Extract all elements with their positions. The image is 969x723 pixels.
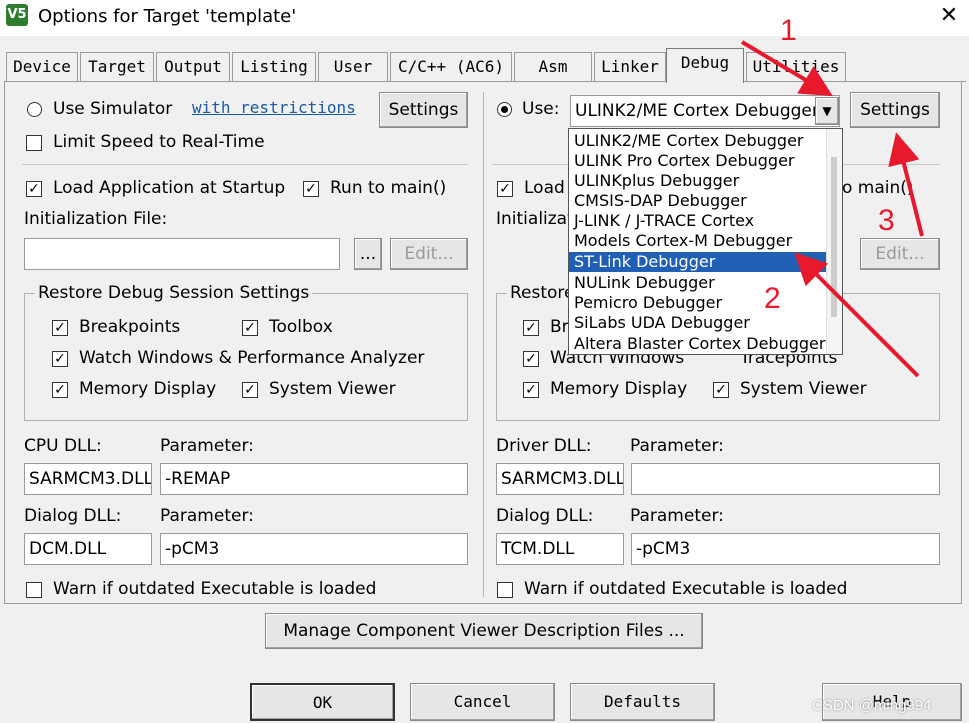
- tab-output[interactable]: Output: [156, 52, 230, 81]
- limit-speed-checkbox[interactable]: [26, 135, 42, 151]
- right-breakpoints-checkbox[interactable]: ✓: [523, 320, 539, 336]
- memory-display-checkbox[interactable]: ✓: [52, 382, 68, 398]
- tab-utilities[interactable]: Utilities: [746, 52, 846, 81]
- csdn-watermark: CSDN @ming994: [812, 697, 932, 714]
- cancel-button[interactable]: Cancel: [410, 683, 555, 721]
- right-memory-label: Memory Display: [550, 379, 688, 399]
- right-watch-checkbox[interactable]: ✓: [523, 351, 539, 367]
- debugger-select[interactable]: ULINK2/ME Cortex Debugger: [570, 95, 840, 127]
- dropdown-item-jlink[interactable]: J-LINK / J-TRACE Cortex: [569, 211, 832, 231]
- run-to-main-checkbox[interactable]: ✓: [303, 181, 319, 197]
- cpu-dll-label: CPU DLL:: [24, 436, 102, 456]
- right-dialog-dll-input[interactable]: TCM.DLL: [496, 533, 624, 565]
- tab-target[interactable]: Target: [80, 52, 154, 81]
- annotation-number-2: 2: [764, 282, 781, 315]
- right-system-viewer-label: System Viewer: [740, 379, 867, 399]
- driver-param-label: Parameter:: [630, 436, 724, 456]
- driver-dll-input[interactable]: SARMCM3.DLL: [496, 463, 624, 495]
- driver-dll-label: Driver DLL:: [496, 436, 592, 456]
- dialog-dll-label: Dialog DLL:: [24, 506, 122, 526]
- right-dialog-param-input[interactable]: -pCM3: [631, 533, 940, 565]
- tab-user[interactable]: User: [318, 52, 388, 81]
- use-simulator-radio[interactable]: [27, 102, 42, 117]
- chevron-down-icon[interactable]: ▼: [815, 97, 839, 125]
- dropdown-item-silabs[interactable]: SiLabs UDA Debugger: [569, 313, 832, 333]
- dropdown-item-altera[interactable]: Altera Blaster Cortex Debugger: [569, 334, 832, 354]
- right-load-app-checkbox[interactable]: ✓: [497, 181, 513, 197]
- load-app-label: Load Application at Startup: [53, 178, 286, 198]
- driver-param-input[interactable]: [631, 463, 940, 495]
- system-viewer-label: System Viewer: [269, 379, 396, 399]
- keil-app-icon: V5: [6, 4, 28, 26]
- annotation-number-3: 3: [878, 204, 895, 237]
- run-to-main-label: Run to main(): [330, 178, 447, 198]
- right-warn-label: Warn if outdated Executable is loaded: [524, 579, 848, 599]
- system-viewer-checkbox[interactable]: ✓: [242, 382, 258, 398]
- dropdown-item-ulink-pro[interactable]: ULINK Pro Cortex Debugger: [569, 151, 832, 171]
- tab-cpp[interactable]: C/C++ (AC6): [390, 52, 512, 81]
- right-restore-title: Restore: [507, 283, 578, 303]
- breakpoints-checkbox[interactable]: ✓: [52, 320, 68, 336]
- right-init-edit-button[interactable]: Edit...: [860, 238, 940, 270]
- dropdown-item-ulinkplus[interactable]: ULINKplus Debugger: [569, 171, 832, 191]
- cpu-param-input[interactable]: -REMAP: [160, 463, 468, 495]
- right-system-viewer-checkbox[interactable]: ✓: [713, 382, 729, 398]
- dropdown-item-pemicro[interactable]: Pemicro Debugger: [569, 293, 832, 313]
- simulator-settings-button[interactable]: Settings: [379, 92, 468, 128]
- right-dialog-dll-label: Dialog DLL:: [496, 506, 594, 526]
- toolbox-label: Toolbox: [269, 317, 333, 337]
- browse-button[interactable]: ...: [354, 238, 382, 270]
- tab-listing[interactable]: Listing: [232, 52, 316, 81]
- dropdown-scroll-thumb[interactable]: [831, 157, 837, 317]
- defaults-button[interactable]: Defaults: [570, 683, 715, 721]
- tab-linker[interactable]: Linker: [594, 52, 666, 81]
- watch-windows-checkbox[interactable]: ✓: [52, 351, 68, 367]
- with-restrictions-link[interactable]: with restrictions: [192, 98, 356, 117]
- warn-outdated-checkbox[interactable]: [26, 582, 42, 598]
- use-simulator-label: Use Simulator: [53, 99, 173, 119]
- restore-session-title: Restore Debug Session Settings: [35, 283, 313, 303]
- cpu-dll-input[interactable]: SARMCM3.DLL: [24, 463, 152, 495]
- left-separator: [22, 164, 468, 165]
- window-title: Options for Target 'template': [38, 6, 297, 27]
- dropdown-item-cmsis-dap[interactable]: CMSIS-DAP Debugger: [569, 191, 832, 211]
- tab-asm[interactable]: Asm: [514, 52, 592, 81]
- tab-debug[interactable]: Debug: [666, 48, 744, 83]
- load-app-checkbox[interactable]: ✓: [26, 181, 42, 197]
- dropdown-scrollbar[interactable]: [826, 129, 842, 354]
- warn-outdated-label: Warn if outdated Executable is loaded: [53, 579, 377, 599]
- memory-display-label: Memory Display: [79, 379, 217, 399]
- right-memory-checkbox[interactable]: ✓: [523, 382, 539, 398]
- dialog-param-input[interactable]: -pCM3: [160, 533, 468, 565]
- dropdown-item-models[interactable]: Models Cortex-M Debugger: [569, 231, 832, 251]
- right-dialog-param-label: Parameter:: [630, 506, 724, 526]
- use-label: Use:: [522, 99, 560, 119]
- watch-windows-label: Watch Windows & Performance Analyzer: [79, 348, 425, 368]
- manage-component-viewer-button[interactable]: Manage Component Viewer Description File…: [265, 613, 703, 649]
- right-run-to-main-label: o main(): [842, 178, 914, 198]
- debugger-settings-button[interactable]: Settings: [850, 92, 940, 128]
- ok-button[interactable]: OK: [250, 683, 395, 721]
- tab-device[interactable]: Device: [6, 52, 78, 81]
- dialog-param-label: Parameter:: [160, 506, 254, 526]
- dropdown-item-nulink[interactable]: NULink Debugger: [569, 273, 832, 293]
- init-file-input[interactable]: [24, 238, 340, 270]
- close-icon[interactable]: ✕: [936, 3, 962, 29]
- dialog-dll-input[interactable]: DCM.DLL: [24, 533, 152, 565]
- cpu-param-label: Parameter:: [160, 436, 254, 456]
- panel-divider: [483, 92, 484, 597]
- dropdown-item-stlink[interactable]: ST-Link Debugger: [569, 252, 832, 272]
- limit-speed-label: Limit Speed to Real-Time: [53, 132, 265, 152]
- init-edit-button[interactable]: Edit...: [390, 238, 468, 270]
- use-debugger-radio[interactable]: [497, 102, 512, 117]
- init-file-label: Initialization File:: [24, 209, 168, 229]
- annotation-number-1: 1: [780, 14, 797, 47]
- dropdown-item-ulink2[interactable]: ULINK2/ME Cortex Debugger: [569, 131, 832, 151]
- toolbox-checkbox[interactable]: ✓: [242, 320, 258, 336]
- breakpoints-label: Breakpoints: [79, 317, 181, 337]
- debugger-dropdown-list[interactable]: ULINK2/ME Cortex Debugger ULINK Pro Cort…: [568, 128, 843, 355]
- right-warn-checkbox[interactable]: [497, 582, 513, 598]
